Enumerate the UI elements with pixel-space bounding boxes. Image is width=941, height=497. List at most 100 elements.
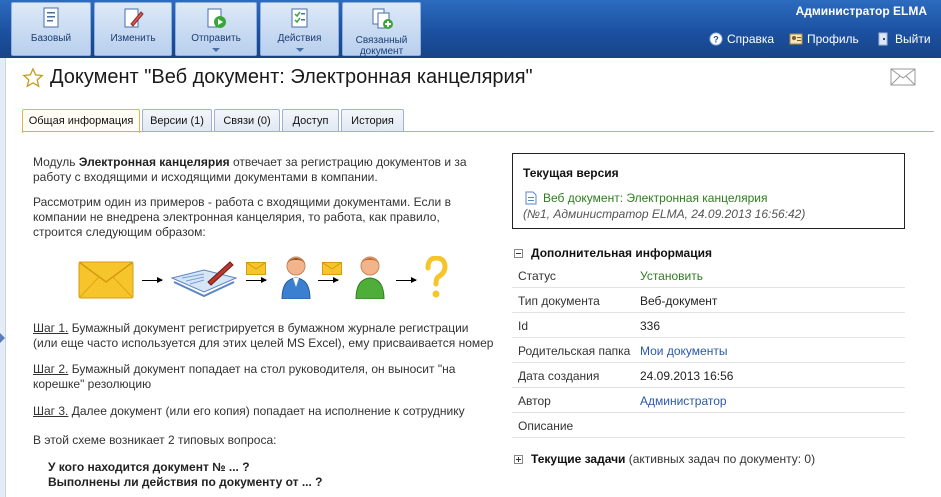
edit-button-label: Изменить bbox=[110, 33, 156, 44]
actions-icon bbox=[291, 8, 307, 28]
tab-general-info[interactable]: Общая информация bbox=[22, 109, 140, 133]
info-value: Веб-документ bbox=[640, 294, 718, 308]
base-button-label: Базовый bbox=[30, 33, 72, 44]
logout-link[interactable]: Выйти bbox=[877, 32, 931, 46]
current-tasks-note: (активных задач по документу: 0) bbox=[625, 452, 816, 466]
step1-line2: (или еще часто используется для этих цел… bbox=[33, 336, 494, 350]
tab-history[interactable]: История bbox=[341, 109, 404, 132]
small-envelope-icon bbox=[322, 262, 342, 275]
help-link-label: Справка bbox=[727, 32, 775, 46]
help-link[interactable]: ? Справка bbox=[709, 32, 774, 46]
edit-icon bbox=[124, 8, 144, 28]
elma-document-page: Базовый Изменить Отправить Действия Связ… bbox=[0, 0, 941, 497]
tab-access[interactable]: Доступ bbox=[282, 109, 339, 132]
envelope-icon bbox=[78, 261, 134, 299]
status-value-link[interactable]: Установить bbox=[640, 269, 703, 283]
actions-button-label: Действия bbox=[277, 33, 322, 44]
linked-document-label-line2: документ bbox=[359, 46, 404, 57]
tab-versions[interactable]: Версии (1) bbox=[142, 109, 212, 132]
current-version-link[interactable]: Веб документ: Электронная канцелярия bbox=[543, 191, 767, 205]
info-value: 24.09.2013 16:56 bbox=[640, 369, 734, 383]
question-1: У кого находится документ № ... ? bbox=[48, 460, 250, 474]
info-key: Id bbox=[518, 319, 529, 333]
registration-journal-icon bbox=[170, 261, 238, 298]
tab-divider bbox=[22, 131, 934, 132]
example-line1: Рассмотрим один из примеров - работа с в… bbox=[33, 195, 451, 209]
edit-button[interactable]: Изменить bbox=[94, 2, 172, 56]
top-toolbar: Базовый Изменить Отправить Действия Связ… bbox=[0, 0, 941, 58]
linked-document-button[interactable]: Связанный документ bbox=[342, 2, 421, 57]
example-line2: компании не внедрена электронная канцеля… bbox=[33, 210, 440, 224]
intro-line1-rest: отвечает за регистрацию документов и за bbox=[229, 155, 467, 169]
info-key: Дата создания bbox=[518, 369, 600, 383]
scheme-arrow-icon bbox=[142, 277, 163, 283]
collapse-icon[interactable] bbox=[514, 249, 523, 258]
info-key: Статус bbox=[518, 269, 556, 283]
step2-line1: Бумажный документ попадает на стол руков… bbox=[68, 362, 456, 376]
info-row-description: Описание bbox=[512, 413, 905, 438]
linked-document-label-line1: Связанный bbox=[355, 35, 408, 46]
info-row-created-date: Дата создания 24.09.2013 16:56 bbox=[512, 363, 905, 388]
employee-person-icon bbox=[355, 256, 385, 299]
current-version-box: Текущая версия Веб документ: Электронная… bbox=[512, 153, 905, 229]
mail-icon[interactable] bbox=[890, 68, 916, 86]
author-link[interactable]: Администратор bbox=[640, 394, 727, 408]
step1-label: Шаг 1. bbox=[33, 321, 69, 335]
current-version-title: Текущая версия bbox=[523, 166, 619, 180]
step3-paragraph: Шаг 3. Далее документ (или его копия) по… bbox=[33, 404, 503, 419]
current-user-name[interactable]: Администратор ELMA bbox=[796, 4, 927, 18]
current-tasks-toggle[interactable]: Текущие задачи (активных задач по докуме… bbox=[514, 452, 815, 466]
send-button-label: Отправить bbox=[191, 33, 241, 44]
scheme-arrow-icon bbox=[318, 277, 339, 283]
intro-prefix: Модуль bbox=[33, 155, 79, 169]
step2-line2: корешке" резолюцию bbox=[33, 377, 152, 391]
step1-line1: Бумажный документ регистрируется в бумаж… bbox=[68, 321, 469, 335]
profile-icon bbox=[789, 33, 803, 45]
actions-dropdown-arrow-icon bbox=[295, 48, 304, 52]
info-key: Тип документа bbox=[518, 294, 600, 308]
current-tasks-title: Текущие задачи bbox=[531, 452, 626, 466]
info-row-status: Статус Установить bbox=[512, 263, 905, 288]
additional-info-toggle[interactable]: Дополнительная информация bbox=[514, 246, 712, 260]
scheme-arrow-icon bbox=[246, 277, 267, 283]
send-icon bbox=[207, 8, 226, 28]
document-file-icon bbox=[525, 191, 537, 205]
info-row-author: Автор Администратор bbox=[512, 388, 905, 413]
example-paragraph: Рассмотрим один из примеров - работа с в… bbox=[33, 195, 503, 240]
actions-button[interactable]: Действия bbox=[260, 2, 339, 56]
current-version-meta: (№1, Администратор ELMA, 24.09.2013 16:5… bbox=[523, 207, 806, 221]
svg-text:?: ? bbox=[713, 35, 719, 45]
linked-document-button-label: Связанный документ bbox=[343, 35, 420, 57]
info-key: Описание bbox=[518, 419, 574, 433]
info-key: Родительская папка bbox=[518, 344, 631, 358]
logout-icon bbox=[878, 32, 888, 46]
help-icon: ? bbox=[709, 32, 723, 46]
scheme-arrow-icon bbox=[396, 277, 417, 283]
profile-link-label: Профиль bbox=[807, 32, 859, 46]
step3-label: Шаг 3. bbox=[33, 404, 69, 418]
base-button[interactable]: Базовый bbox=[11, 2, 91, 56]
step2-paragraph: Шаг 2. Бумажный документ попадает на сто… bbox=[33, 362, 503, 392]
left-panel-edge[interactable] bbox=[0, 58, 6, 497]
tab-links[interactable]: Связи (0) bbox=[214, 109, 280, 132]
send-dropdown-arrow-icon bbox=[212, 48, 220, 52]
small-envelope-icon bbox=[246, 262, 266, 275]
intro-paragraph: Модуль Электронная канцелярия отвечает з… bbox=[33, 155, 503, 185]
questions-intro: В этой схеме возникает 2 типовых вопроса… bbox=[33, 433, 277, 447]
base-document-icon bbox=[43, 7, 59, 28]
info-row-id: Id 336 bbox=[512, 313, 905, 338]
example-line3: строится следующим образом: bbox=[33, 225, 206, 239]
parent-folder-link[interactable]: Мои документы bbox=[640, 344, 727, 358]
logout-link-label: Выйти bbox=[895, 32, 931, 46]
send-button[interactable]: Отправить bbox=[175, 2, 257, 56]
profile-link[interactable]: Профиль bbox=[789, 32, 859, 46]
expand-panel-arrow-icon[interactable] bbox=[0, 333, 5, 343]
info-key: Автор bbox=[518, 394, 551, 408]
manager-person-icon bbox=[281, 256, 311, 299]
page-title: Документ "Веб документ: Электронная канц… bbox=[50, 66, 533, 88]
favorite-star-icon[interactable] bbox=[22, 67, 44, 89]
step3-line1: Далее документ (или его копия) попадает … bbox=[68, 404, 465, 418]
question-mark-icon bbox=[425, 256, 448, 298]
expand-icon[interactable] bbox=[514, 455, 523, 464]
additional-info-title: Дополнительная информация bbox=[531, 246, 712, 260]
